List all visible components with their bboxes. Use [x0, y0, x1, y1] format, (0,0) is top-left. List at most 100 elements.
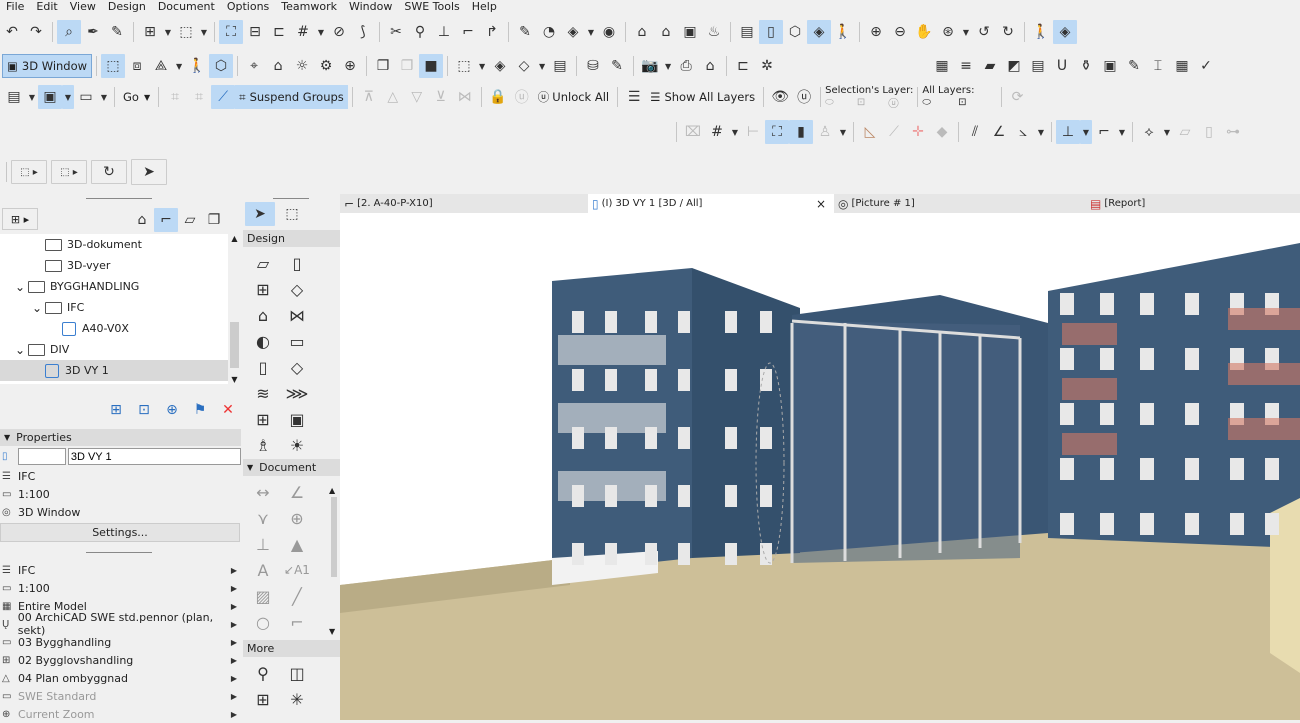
chevron-down-icon[interactable]: ▼ [162, 20, 174, 44]
tab-0[interactable]: ⌐ [2. A-40-P-X10] [340, 194, 588, 213]
explode-icon[interactable]: ⚲ [408, 20, 432, 44]
grid-tool-icon[interactable]: ⊞ [246, 687, 280, 711]
send-backward-icon[interactable]: ▽ [405, 85, 429, 109]
navigator-icon[interactable]: ▤ [2, 85, 26, 109]
selection-layer-icons[interactable]: ⬭ ⊡ ⓤ [825, 97, 913, 109]
mesh-tool-icon[interactable]: ◇ [280, 355, 314, 379]
document-scrollbar[interactable]: ▲ ▼ [329, 486, 339, 636]
go-button[interactable]: Go ▼ [119, 85, 154, 109]
curtain-wall-icon[interactable]: ⌶ [1146, 54, 1170, 78]
view-setting-item[interactable]: ▭ SWE Standard ▶ [0, 687, 241, 705]
dimension-tool-icon[interactable]: ↔ [246, 480, 280, 504]
camera-icon[interactable]: 📷 [638, 54, 662, 78]
chevron-down-icon[interactable]: ⌄ [32, 302, 45, 314]
cursor-snap-icon[interactable]: ▮ [789, 120, 813, 144]
chevron-down-icon[interactable]: ▼ [662, 54, 674, 78]
menu-edit[interactable]: Edit [30, 0, 63, 15]
menu-teamwork[interactable]: Teamwork [275, 0, 343, 15]
settings-button[interactable]: Settings... [0, 523, 240, 542]
chevron-down-icon[interactable]: ▼ [1116, 120, 1128, 144]
chevron-down-icon[interactable]: ⌄ [15, 344, 28, 356]
table-icon[interactable]: ▦ [1170, 54, 1194, 78]
menu-swe-tools[interactable]: SWE Tools [398, 0, 465, 15]
magic-wand-icon[interactable]: ✂ [384, 20, 408, 44]
tab-3[interactable]: ▤ [Report] [1084, 194, 1300, 213]
3d-window-button[interactable]: ▣ 3D Window [2, 54, 93, 78]
window-icon[interactable]: ▭ [74, 85, 98, 109]
clone-folder-icon[interactable]: ⊕ [160, 398, 184, 422]
lock-icon[interactable]: 🔒 [486, 85, 510, 109]
label-tool-icon[interactable]: ↙A1 [280, 558, 314, 582]
roof-tool-icon[interactable]: ⌂ [246, 303, 280, 327]
rotate-select-icon[interactable]: ↻ [91, 160, 127, 184]
reset-order-icon[interactable]: ⋈ [453, 85, 477, 109]
chevron-down-icon[interactable]: ▼ [198, 20, 210, 44]
layout-icon[interactable]: ■ [419, 54, 444, 78]
zone-icon[interactable]: ▣ [1098, 54, 1122, 78]
slab-icon[interactable]: ▰ [978, 54, 1002, 78]
perspective-icon[interactable]: ◈ [807, 20, 831, 44]
undo-icon[interactable]: ↶ [0, 20, 24, 44]
pencil-icon[interactable]: ✎ [513, 20, 537, 44]
guide-lines-icon[interactable]: ⛶ [765, 120, 789, 144]
layout-book-icon[interactable]: ▱ [178, 208, 202, 232]
publisher-icon[interactable]: ❐ [202, 208, 226, 232]
box-icon[interactable]: ⧈ [125, 54, 149, 78]
house-icon[interactable]: ⌂ [266, 54, 290, 78]
snap-off-icon[interactable]: ⌧ [681, 120, 705, 144]
eraser-icon[interactable]: ◆ [930, 120, 954, 144]
special-snap-icon[interactable]: ⊥ [1056, 120, 1080, 144]
eyedropper-icon[interactable]: ✒ [81, 20, 105, 44]
globe-icon[interactable]: ◉ [597, 20, 621, 44]
elevation-dimension-tool-icon[interactable]: ⊥ [246, 532, 280, 556]
suspend-groups-button[interactable]: ⌗ Suspend Groups [235, 85, 348, 109]
settings-view-icon[interactable]: ⚑ [188, 398, 212, 422]
view-setting-item[interactable]: ☰ IFC ▶ [0, 561, 241, 579]
trim-icon[interactable]: ⊥ [432, 20, 456, 44]
stair-tool-icon[interactable]: ≋ [246, 381, 280, 405]
3d-window-icon[interactable]: ▯ [759, 20, 783, 44]
home-frame-icon[interactable]: ▣ [678, 20, 702, 44]
edit-group-icon[interactable]: ⟋ [211, 85, 236, 109]
axon-icon[interactable]: ⟁ [149, 54, 173, 78]
tree-item[interactable]: 3D-dokument [0, 234, 228, 255]
tree-item[interactable]: ⌄ IFC [0, 297, 228, 318]
roof-icon[interactable]: ◩ [1002, 54, 1026, 78]
tree-scrollbar[interactable]: ▲ ▼ [228, 234, 241, 384]
chevron-down-icon[interactable]: ▼ [536, 54, 548, 78]
chevron-down-icon[interactable]: ▼ [98, 85, 110, 109]
bring-front-icon[interactable]: ⊼ [357, 85, 381, 109]
chevron-down-icon[interactable]: ▼ [837, 120, 849, 144]
level-tool-icon[interactable]: ▲ [280, 532, 314, 556]
view-setting-item[interactable]: ⊕ Current Zoom ▶ [0, 705, 241, 723]
sun-study-icon[interactable]: ⌂ [698, 54, 722, 78]
chevron-down-icon[interactable]: ▼ [1080, 120, 1092, 144]
bim-server-icon[interactable]: ⌂ [630, 20, 654, 44]
parallel-icon[interactable]: ⫽ [963, 120, 987, 144]
settings-3d-icon[interactable]: ⚙ [314, 54, 338, 78]
document-section-header[interactable]: ▼ Document [243, 459, 340, 476]
home-icon[interactable]: ⌂ [654, 20, 678, 44]
view-setting-item[interactable]: Ų 00 ArchiCAD SWE std.pennor (plan, sekt)… [0, 611, 241, 637]
line-snap-icon[interactable]: ⟋ [882, 120, 906, 144]
marquee-icon[interactable]: ⬚ [174, 20, 198, 44]
tree-item[interactable]: 3D VY 1 [0, 360, 228, 381]
adjust-icon[interactable]: ↱ [480, 20, 504, 44]
send-back-icon[interactable]: ⊻ [429, 85, 453, 109]
tab-1[interactable]: ▯ (I) 3D VY 1 [3D / All] × [588, 194, 834, 213]
triangle-ruler-icon[interactable]: ◺ [858, 120, 882, 144]
slab-tool-icon[interactable]: ◇ [280, 277, 314, 301]
perpendicular-icon[interactable]: ∠ [987, 120, 1011, 144]
bring-forward-icon[interactable]: △ [381, 85, 405, 109]
level-dimension-tool-icon[interactable]: ⊕ [280, 506, 314, 530]
cube-icon[interactable]: ⬡ [783, 20, 807, 44]
properties-header[interactable]: ▼ Properties [0, 429, 241, 446]
view-id-input[interactable] [17, 448, 66, 465]
fit-icon[interactable]: ⊛ [936, 20, 960, 44]
column-tool-icon[interactable]: ▯ [246, 355, 280, 379]
orbit-icon[interactable]: ◈ [1053, 20, 1077, 44]
group-icon[interactable]: ⊞ [138, 20, 162, 44]
chevron-down-icon[interactable]: ▼ [476, 54, 488, 78]
chevron-down-icon[interactable]: ▼ [585, 20, 597, 44]
chevron-down-icon[interactable]: ▼ [173, 54, 185, 78]
